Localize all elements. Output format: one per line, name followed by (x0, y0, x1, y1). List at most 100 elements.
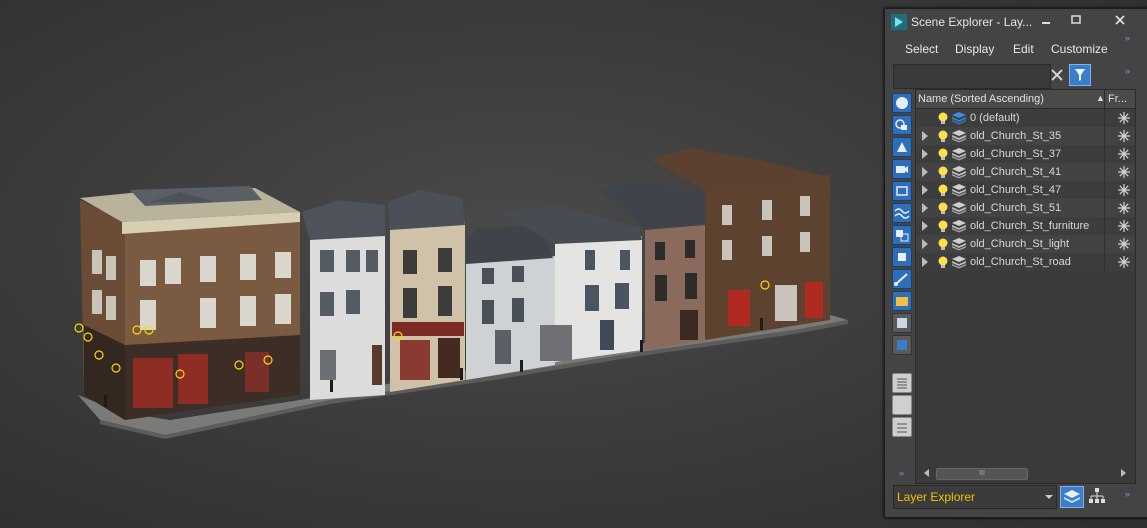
xref-icon (898, 253, 906, 261)
camera-icon (896, 166, 908, 173)
helper-icon (896, 186, 908, 196)
layer-row[interactable]: old_Church_St_road (916, 253, 1135, 271)
display-none-icon (897, 340, 907, 350)
light-bulb-icon[interactable] (936, 255, 950, 269)
clear-search-button[interactable] (1048, 66, 1066, 84)
sort-by-hierarchy-button[interactable] (1086, 486, 1108, 506)
sort-by-layer-button[interactable] (1060, 486, 1084, 508)
display-spacewarps-button[interactable] (892, 203, 912, 223)
layer-row[interactable]: old_Church_St_41 (916, 163, 1135, 181)
scene-explorer-window[interactable]: Scene Explorer - Lay... Select Display E… (884, 8, 1147, 518)
snowflake-freeze-icon[interactable] (1117, 183, 1131, 197)
column-frozen-header[interactable]: Fr... (1108, 93, 1127, 105)
layer-tree[interactable]: Name (Sorted Ascending) ▲ Fr... 0 (defau… (915, 89, 1136, 484)
menu-display[interactable]: Display (955, 42, 994, 56)
layer-stack-icon (952, 256, 966, 269)
explorer-selector-value: Layer Explorer (897, 490, 976, 504)
expand-arrow-icon[interactable] (922, 131, 928, 141)
toolbar-overflow-chevron[interactable]: » (1125, 66, 1130, 76)
layer-name: old_Church_St_furniture (970, 220, 1090, 232)
expand-arrow-icon[interactable] (922, 167, 928, 177)
display-shapes-button[interactable] (892, 115, 912, 135)
display-none-button[interactable] (892, 335, 912, 355)
column-divider (1104, 199, 1105, 217)
chevron-down-icon (1045, 495, 1053, 499)
column-divider[interactable] (1104, 90, 1105, 108)
menu-customize[interactable]: Customize (1051, 42, 1108, 56)
layer-row[interactable]: old_Church_St_35 (916, 127, 1135, 145)
sidebar-overflow-chevron[interactable]: » (899, 468, 904, 478)
close-button[interactable] (1107, 11, 1133, 28)
minimize-button[interactable] (1033, 11, 1059, 28)
details-icon (897, 423, 907, 433)
layer-name: old_Church_St_35 (970, 130, 1062, 142)
explorer-selector[interactable]: Layer Explorer (893, 485, 1057, 509)
snowflake-freeze-icon[interactable] (1117, 129, 1131, 143)
layer-row[interactable]: old_Church_St_furniture (916, 217, 1135, 235)
layer-row[interactable]: old_Church_St_51 (916, 199, 1135, 217)
expand-arrow-icon[interactable] (922, 257, 928, 267)
details-view-button[interactable] (892, 417, 912, 437)
column-divider (1104, 127, 1105, 145)
display-all-button[interactable] (892, 313, 912, 333)
light-bulb-icon[interactable] (936, 111, 950, 125)
search-input[interactable] (893, 64, 1051, 89)
viewport[interactable] (0, 0, 885, 528)
display-bones-button[interactable] (892, 269, 912, 289)
light-bulb-icon[interactable] (936, 237, 950, 251)
page-icon (893, 396, 911, 414)
filter-button[interactable] (1069, 64, 1091, 86)
expand-arrow-icon[interactable] (922, 149, 928, 159)
snowflake-freeze-icon[interactable] (1117, 255, 1131, 269)
snowflake-freeze-icon[interactable] (1117, 237, 1131, 251)
snowflake-freeze-icon[interactable] (1117, 219, 1131, 233)
title-bar[interactable]: Scene Explorer - Lay... (885, 9, 1147, 35)
blank-view-button[interactable] (892, 395, 912, 415)
display-containers-button[interactable] (892, 291, 912, 311)
maximize-icon (1071, 14, 1081, 24)
light-bulb-icon[interactable] (936, 183, 950, 197)
list-icon (897, 378, 907, 389)
display-xrefs-button[interactable] (892, 247, 912, 267)
menu-overflow-chevron[interactable]: » (1125, 33, 1130, 43)
light-bulb-icon[interactable] (936, 165, 950, 179)
snowflake-freeze-icon[interactable] (1117, 201, 1131, 215)
snowflake-freeze-icon[interactable] (1117, 147, 1131, 161)
layer-stack-icon (952, 130, 966, 143)
layer-stack-icon (1064, 490, 1080, 503)
light-bulb-icon[interactable] (936, 147, 950, 161)
display-geometry-button[interactable] (892, 93, 912, 113)
display-helpers-button[interactable] (892, 181, 912, 201)
scroll-right-arrow-icon[interactable] (1121, 469, 1126, 477)
layer-row[interactable]: old_Church_St_37 (916, 145, 1135, 163)
expand-arrow-icon[interactable] (922, 221, 928, 231)
expand-arrow-icon[interactable] (922, 185, 928, 195)
horizontal-scrollbar[interactable]: III (922, 467, 1128, 480)
expand-arrow-icon[interactable] (922, 239, 928, 249)
group-icon (896, 230, 909, 242)
maximize-button[interactable] (1063, 11, 1089, 28)
display-cameras-button[interactable] (892, 159, 912, 179)
light-bulb-icon[interactable] (936, 219, 950, 233)
menu-edit[interactable]: Edit (1013, 42, 1034, 56)
scroll-left-arrow-icon[interactable] (924, 469, 929, 477)
layer-row[interactable]: old_Church_St_light (916, 235, 1135, 253)
expand-arrow-icon[interactable] (922, 203, 928, 213)
column-name-header[interactable]: Name (Sorted Ascending) (918, 93, 1044, 105)
scroll-thumb[interactable]: III (936, 468, 1028, 480)
layer-row[interactable]: old_Church_St_47 (916, 181, 1135, 199)
display-lights-button[interactable] (892, 137, 912, 157)
layer-row[interactable]: 0 (default) (916, 109, 1135, 127)
light-bulb-icon[interactable] (936, 129, 950, 143)
close-icon (1115, 14, 1125, 25)
menu-select[interactable]: Select (905, 42, 938, 56)
layer-name: old_Church_St_41 (970, 166, 1062, 178)
list-view-button[interactable] (892, 373, 912, 393)
snowflake-freeze-icon[interactable] (1117, 111, 1131, 125)
snowflake-freeze-icon[interactable] (1117, 165, 1131, 179)
light-bulb-icon[interactable] (936, 201, 950, 215)
bottom-overflow-chevron[interactable]: » (1125, 489, 1130, 499)
display-groups-button[interactable] (892, 225, 912, 245)
layer-stack-icon (952, 148, 966, 161)
display-all-icon (897, 318, 907, 328)
